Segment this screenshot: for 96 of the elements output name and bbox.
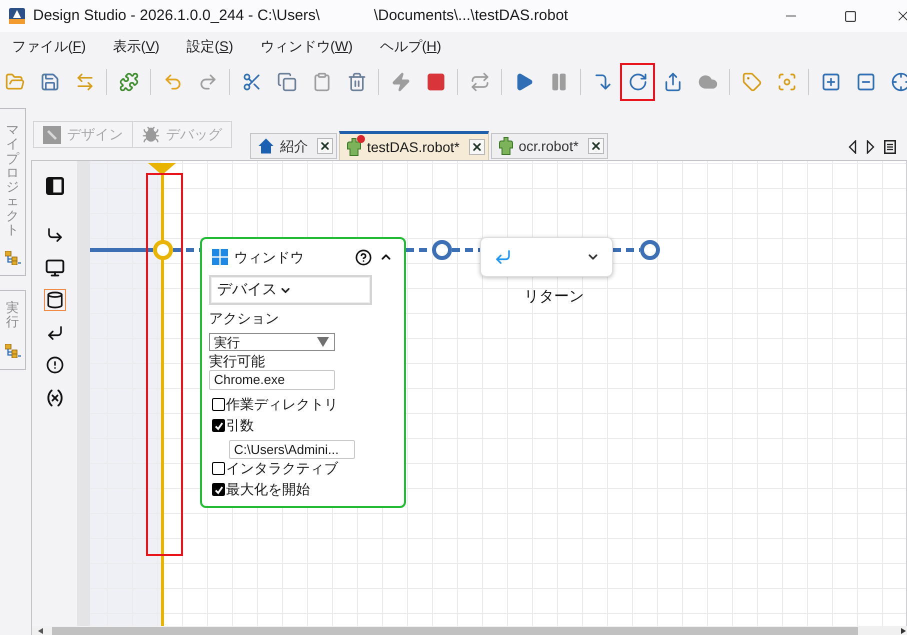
- alert-icon: [46, 356, 64, 374]
- scroll-left-icon[interactable]: [38, 628, 43, 634]
- menu-item[interactable]: ウィンドウ(W): [260, 37, 353, 55]
- junction-node[interactable]: [153, 240, 173, 260]
- window-title: Design Studio - 2026.1.0.0_244 - C:\Users\: [33, 6, 320, 26]
- step-card[interactable]: ウィンドウ デバイス アクション 実行 実行可能 Chrome.exe 作業ディレクトリ 引数 C:\Users\Admini... インタラクティブ 最大化を開始: [200, 237, 406, 508]
- scissors-icon: [242, 72, 262, 92]
- cylinder-icon: [46, 291, 64, 309]
- tab-close-button[interactable]: [468, 139, 485, 155]
- document-tab[interactable]: testDAS.robot*: [339, 131, 489, 160]
- menu-item[interactable]: ヘルプ(H): [380, 37, 442, 55]
- tab-label: testDAS.robot*: [367, 138, 460, 156]
- focus-icon: [776, 72, 796, 92]
- lightning-icon: [390, 72, 410, 92]
- tab-close-button[interactable]: [588, 138, 604, 154]
- help-icon[interactable]: [355, 248, 372, 266]
- copy-icon: [276, 72, 296, 92]
- close-icon: [590, 140, 602, 152]
- field-label: アクション: [209, 310, 279, 327]
- horizontal-scrollbar[interactable]: [32, 626, 907, 635]
- redo-icon: [198, 72, 218, 92]
- swap-arrows-icon: [74, 72, 94, 92]
- square-plus-icon: [820, 72, 840, 92]
- checkbox-label: 作業ディレクトリ: [226, 396, 338, 413]
- checkbox[interactable]: [212, 419, 225, 432]
- undo-icon: [162, 72, 182, 92]
- tab-label: 紹介: [280, 136, 308, 156]
- folder-icon: [4, 72, 24, 92]
- palette-button[interactable]: [44, 289, 66, 311]
- panel-icon: [46, 177, 64, 195]
- checkbox-label: インタラクティブ: [226, 460, 338, 477]
- checkbox[interactable]: [212, 462, 225, 475]
- menu-item[interactable]: 表示(V): [112, 37, 160, 55]
- corner-arrow-icon: [46, 226, 64, 244]
- palette-button[interactable]: [44, 256, 66, 278]
- dropdown-arrow-icon: [317, 337, 329, 347]
- palette-button[interactable]: [44, 354, 66, 376]
- connection-node[interactable]: [640, 240, 660, 260]
- maximize-icon[interactable]: [844, 10, 857, 22]
- text-field[interactable]: Chrome.exe: [209, 370, 335, 390]
- step-title: ウィンドウ: [234, 248, 304, 266]
- pen-square-icon: [43, 126, 61, 144]
- text-field[interactable]: C:\Users\Admini...: [229, 440, 355, 459]
- dashed-connector: [452, 248, 480, 252]
- window-title: \Documents\...\testDAS.robot: [374, 6, 568, 26]
- clipboard-icon: [312, 72, 332, 92]
- stop-icon: [426, 72, 446, 92]
- action-select[interactable]: 実行: [209, 333, 335, 351]
- corner-arrow-icon: [592, 72, 612, 92]
- tree-icon: [4, 251, 20, 266]
- close-icon: [319, 140, 331, 152]
- return-arrow-icon: [46, 324, 64, 342]
- checkbox-label: 最大化を開始: [226, 481, 310, 498]
- step-label: リターン: [524, 287, 584, 307]
- document-tab[interactable]: 紹介: [250, 133, 337, 159]
- app-logo-icon: [9, 8, 25, 24]
- triangle-marker-icon[interactable]: [148, 163, 176, 175]
- menu-item[interactable]: 設定(S): [186, 37, 234, 55]
- scrollbar-thumb[interactable]: [52, 626, 858, 634]
- square-minus-icon: [856, 72, 876, 92]
- monitor-icon: [44, 258, 64, 278]
- tab-close-button[interactable]: [317, 138, 333, 154]
- dashed-connector: [613, 248, 640, 252]
- dashed-connector: [173, 248, 200, 252]
- tree-icon: [4, 344, 20, 358]
- return-arrow-icon: [494, 248, 512, 266]
- tag-icon: [742, 72, 762, 92]
- connection-node[interactable]: [432, 240, 452, 260]
- tab-label: ocr.robot*: [518, 136, 579, 156]
- field-label: 実行可能: [209, 353, 265, 370]
- crosshair-icon: [890, 72, 907, 92]
- checkbox[interactable]: [212, 483, 225, 496]
- variable-icon: [44, 388, 64, 408]
- device-dropdown[interactable]: デバイス: [209, 275, 372, 305]
- home-icon: [258, 138, 274, 154]
- bug-icon: [142, 126, 160, 144]
- triangle-left-icon[interactable]: [848, 140, 857, 154]
- close-icon: [470, 141, 483, 153]
- scroll-right-icon[interactable]: [901, 628, 906, 634]
- share-icon: [662, 72, 682, 92]
- puzzle-icon: [118, 72, 138, 92]
- list-icon[interactable]: [884, 140, 896, 154]
- palette-button[interactable]: [44, 175, 66, 197]
- robot-icon: [498, 137, 513, 155]
- checkbox-label: 引数: [226, 417, 254, 434]
- document-tab[interactable]: ocr.robot*: [490, 133, 608, 159]
- triangle-right-icon[interactable]: [866, 140, 875, 154]
- four-panes-icon: [212, 249, 228, 265]
- toolbar-button[interactable]: [620, 63, 655, 101]
- checkbox[interactable]: [212, 398, 225, 411]
- repeat-icon: [470, 72, 490, 92]
- save-icon: [40, 72, 60, 92]
- rotate-arrow-icon: [628, 72, 648, 92]
- menu-item[interactable]: ファイル(F): [12, 37, 86, 55]
- robot-icon: [347, 138, 361, 156]
- trash-icon: [346, 72, 366, 92]
